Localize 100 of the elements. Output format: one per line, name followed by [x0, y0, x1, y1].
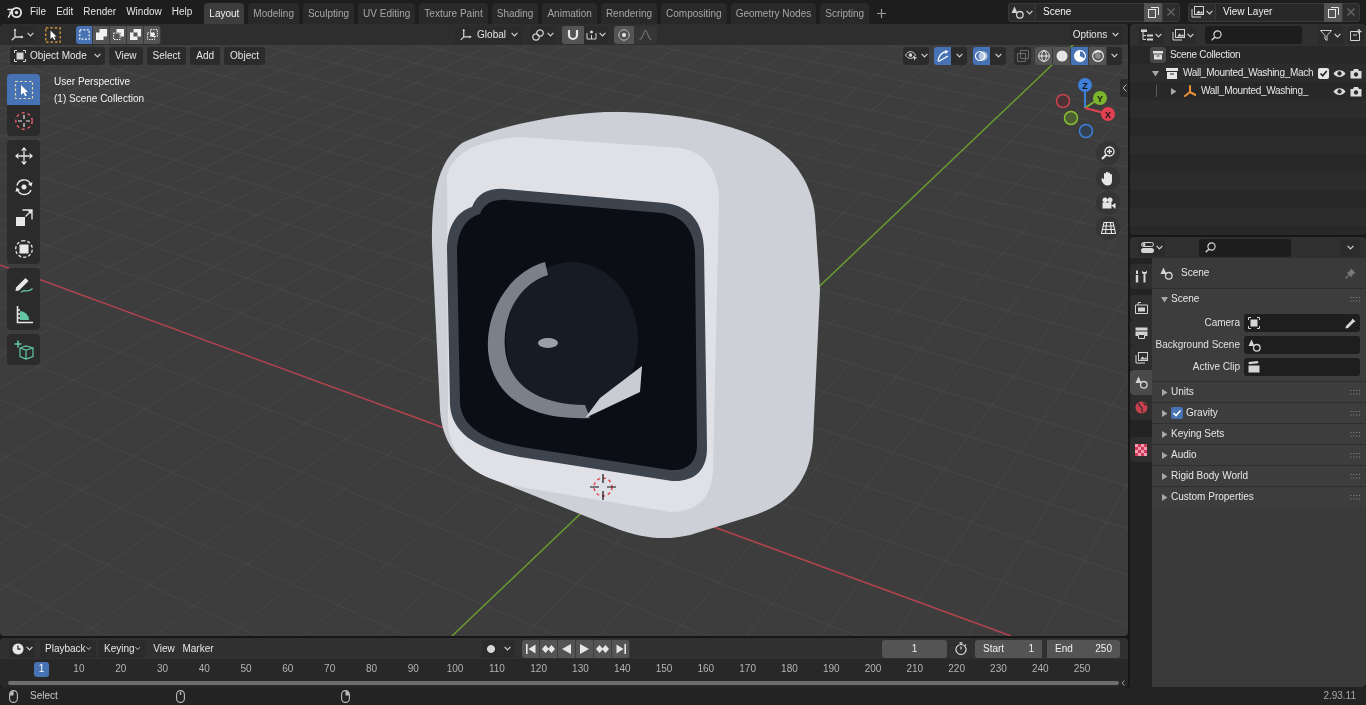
playback-control-button[interactable]: [612, 639, 630, 658]
workspace-tab[interactable]: Shading: [491, 3, 539, 24]
workspace-tab[interactable]: Compositing: [661, 3, 727, 24]
options-dropdown[interactable]: Options: [1070, 25, 1122, 44]
outliner-item-label[interactable]: Wall_Mounted_Washing_: [1201, 86, 1308, 96]
menu-item[interactable]: Object: [224, 46, 265, 65]
selection-mode-button[interactable]: [93, 25, 110, 44]
view-layer-browse-button[interactable]: [1188, 2, 1216, 22]
disclosure-triangle-icon[interactable]: [1161, 451, 1168, 459]
menu-item[interactable]: Window: [121, 2, 167, 22]
menu-item[interactable]: Add: [190, 46, 221, 65]
disclosure-triangle-icon[interactable]: [1170, 87, 1177, 95]
tool-button[interactable]: [7, 140, 40, 171]
xray-toggle[interactable]: [1014, 46, 1031, 65]
disclosure-triangle-icon[interactable]: [1161, 472, 1168, 480]
workspace-tab[interactable]: Scripting: [820, 3, 870, 24]
panel-header[interactable]: Keying Sets: [1152, 424, 1366, 444]
disclosure-triangle-icon[interactable]: [1161, 295, 1168, 303]
search-field[interactable]: [1199, 238, 1291, 257]
playback-control-button[interactable]: [594, 639, 612, 658]
panel-header[interactable]: Audio: [1152, 445, 1366, 465]
workspace-tab[interactable]: UV Editing: [358, 3, 416, 24]
editor-type-button[interactable]: [1138, 26, 1164, 44]
menu-item[interactable]: Marker: [178, 639, 218, 658]
end-frame-field[interactable]: End 250: [1047, 639, 1120, 658]
current-frame-field[interactable]: 1: [882, 639, 947, 658]
shading-mode-button[interactable]: [1071, 46, 1089, 65]
negative-axis-handle[interactable]: [1078, 123, 1094, 139]
shading-mode-button[interactable]: [1053, 46, 1071, 65]
timeline-dropdown[interactable]: Keying: [99, 639, 145, 658]
workspace-tab[interactable]: Layout: [204, 3, 245, 24]
properties-tab[interactable]: [1130, 264, 1152, 289]
properties-tab[interactable]: [1130, 295, 1152, 320]
tool-button[interactable]: [7, 299, 40, 330]
panel-header[interactable]: Scene: [1152, 289, 1366, 309]
duplicate-button[interactable]: [1324, 2, 1342, 22]
x-axis-handle[interactable]: X: [1084, 107, 1115, 121]
workspace-tab[interactable]: Animation: [542, 3, 597, 24]
visibility-dropdown[interactable]: [903, 46, 929, 65]
menu-item[interactable]: Select: [146, 46, 187, 65]
zoom-button[interactable]: [1096, 141, 1120, 165]
panel-header[interactable]: Rigid Body World: [1152, 466, 1366, 486]
editor-type-button[interactable]: [9, 639, 35, 658]
tool-button[interactable]: [7, 268, 40, 299]
proportional-editing-toggle[interactable]: [614, 25, 634, 44]
y-axis-handle[interactable]: Y: [1084, 91, 1107, 109]
tool-button[interactable]: [7, 233, 40, 264]
panel-header[interactable]: Gravity: [1152, 403, 1366, 423]
playback-control-button[interactable]: [558, 639, 576, 658]
selection-mode-button[interactable]: [127, 25, 144, 44]
keying-options-dropdown[interactable]: [499, 639, 515, 658]
auto-keying-toggle[interactable]: [482, 639, 499, 658]
display-mode-dropdown[interactable]: [1170, 26, 1196, 44]
gizmos-toggle[interactable]: [934, 46, 951, 65]
data-field[interactable]: [1244, 336, 1360, 354]
negative-axis-handle[interactable]: [1063, 110, 1079, 126]
properties-tab[interactable]: [1130, 345, 1152, 370]
scene-browse-button[interactable]: [1008, 2, 1036, 22]
playback-control-button[interactable]: [540, 639, 558, 658]
shading-mode-button[interactable]: [1035, 46, 1053, 65]
menu-item[interactable]: View: [150, 639, 178, 658]
camera-icon[interactable]: [1350, 67, 1362, 79]
timeline-dropdown[interactable]: Playback: [40, 639, 96, 658]
workspace-tab[interactable]: Sculpting: [302, 3, 355, 24]
toggle-options-dropdown[interactable]: [990, 46, 1006, 65]
panel-header[interactable]: Units: [1152, 382, 1366, 402]
toggle-options-dropdown[interactable]: [951, 46, 967, 65]
playback-control-button[interactable]: [522, 639, 540, 658]
menu-item[interactable]: View: [109, 46, 143, 65]
snap-toggle[interactable]: [562, 25, 584, 44]
camera-icon[interactable]: [1350, 85, 1362, 97]
disclosure-triangle-icon[interactable]: [1161, 493, 1168, 501]
scene-name-field[interactable]: Scene: [1036, 2, 1144, 22]
disclosure-triangle-icon[interactable]: [1161, 409, 1168, 417]
menu-item[interactable]: Render: [78, 2, 122, 22]
workspace-tab[interactable]: Geometry Nodes: [730, 3, 817, 24]
snap-target-dropdown[interactable]: [584, 25, 608, 44]
camera-view-button[interactable]: [1096, 191, 1120, 215]
disclosure-triangle-icon[interactable]: [1161, 430, 1168, 438]
pan-button[interactable]: [1096, 166, 1120, 190]
data-field[interactable]: [1244, 314, 1360, 332]
exclude-checkbox[interactable]: [1318, 67, 1329, 79]
new-collection-button[interactable]: [1348, 26, 1364, 44]
mode-dropdown[interactable]: Object Mode: [10, 46, 105, 65]
timeline-scrollbar[interactable]: [8, 681, 1119, 685]
z-axis-handle[interactable]: Z: [1078, 78, 1092, 109]
negative-axis-handle[interactable]: [1055, 93, 1071, 109]
start-frame-field[interactable]: Start 1: [975, 639, 1042, 658]
selection-mode-button[interactable]: [144, 25, 161, 44]
outliner-item-label[interactable]: Scene Collection: [1170, 50, 1241, 60]
data-field[interactable]: [1244, 358, 1360, 376]
disclosure-triangle-icon[interactable]: [1161, 388, 1168, 396]
search-field[interactable]: [1205, 26, 1302, 44]
workspace-tab[interactable]: Modeling: [248, 3, 299, 24]
selection-mode-button[interactable]: [76, 25, 93, 44]
menu-item[interactable]: Help: [166, 2, 198, 22]
workspace-tab[interactable]: Texture Paint: [419, 3, 488, 24]
checkbox[interactable]: [1171, 407, 1183, 419]
playhead-frame[interactable]: 1: [34, 661, 49, 677]
preview-range-toggle[interactable]: [953, 639, 969, 658]
